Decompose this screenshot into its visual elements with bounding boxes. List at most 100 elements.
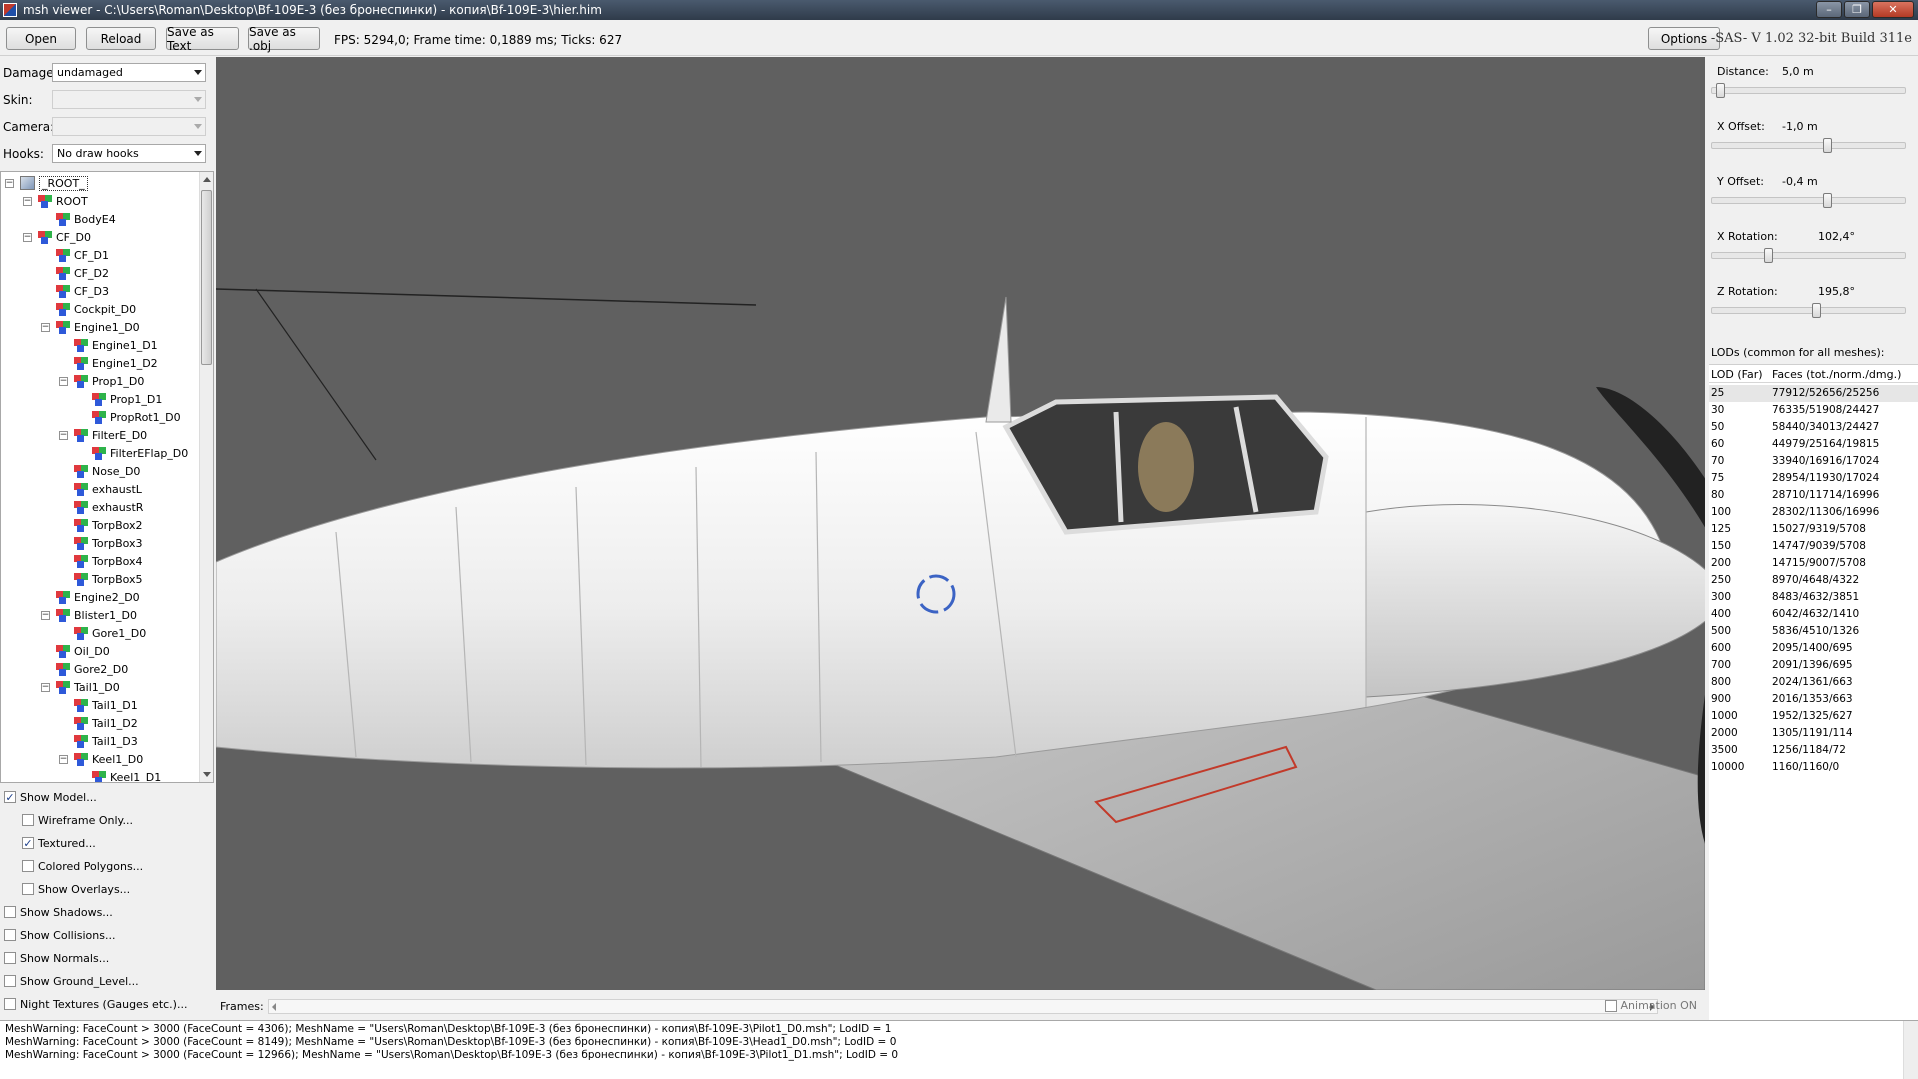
lod-row[interactable]: 3500 1256/1184/72 xyxy=(1709,742,1918,759)
tree-node[interactable]: CF_D1 xyxy=(41,246,109,264)
tree-node[interactable]: − Engine1_D0 xyxy=(41,318,140,336)
tree-node[interactable]: − Prop1_D0 xyxy=(59,372,144,390)
option-checkbox[interactable]: Show Ground_Level... xyxy=(4,972,139,990)
lod-row[interactable]: 2000 1305/1191/114 xyxy=(1709,725,1918,742)
tree-node[interactable]: BodyE4 xyxy=(41,210,116,228)
lod-row[interactable]: 50 58440/34013/24427 xyxy=(1709,419,1918,436)
lod-column-header[interactable]: LOD (Far) xyxy=(1711,368,1763,381)
collapse-icon[interactable]: − xyxy=(5,178,14,188)
distance-slider[interactable] xyxy=(1711,83,1906,98)
option-checkbox[interactable]: Show Shadows... xyxy=(4,903,113,921)
tree-node[interactable]: Oil_D0 xyxy=(41,642,110,660)
slider-handle[interactable] xyxy=(1812,303,1821,318)
lod-row[interactable]: 75 28954/11930/17024 xyxy=(1709,470,1918,487)
tree-node[interactable]: − Blister1_D0 xyxy=(41,606,137,624)
tree-node[interactable]: TorpBox5 xyxy=(59,570,143,588)
checkbox-icon[interactable] xyxy=(22,860,34,872)
option-checkbox[interactable]: Night Textures (Gauges etc.)... xyxy=(4,995,187,1013)
tree-node[interactable]: Engine2_D0 xyxy=(41,588,140,606)
checkbox-icon[interactable] xyxy=(22,814,34,826)
checkbox-icon[interactable] xyxy=(4,975,16,987)
slider-handle[interactable] xyxy=(1764,248,1773,263)
lod-row[interactable]: 250 8970/4648/4322 xyxy=(1709,572,1918,589)
lod-row[interactable]: 400 6042/4632/1410 xyxy=(1709,606,1918,623)
lod-row[interactable]: 100 28302/11306/16996 xyxy=(1709,504,1918,521)
damage-select[interactable]: undamaged xyxy=(52,63,206,82)
hooks-select[interactable]: No draw hooks xyxy=(52,144,206,163)
camera-select[interactable] xyxy=(52,117,206,136)
tree-node[interactable]: CF_D2 xyxy=(41,264,109,282)
lod-row[interactable]: 900 2016/1353/663 xyxy=(1709,691,1918,708)
lod-row[interactable]: 800 2024/1361/663 xyxy=(1709,674,1918,691)
checkbox-icon[interactable] xyxy=(22,883,34,895)
x-offset-slider[interactable] xyxy=(1711,138,1906,153)
scroll-left-icon[interactable] xyxy=(272,1003,276,1011)
tree-node[interactable]: Cockpit_D0 xyxy=(41,300,136,318)
option-checkbox[interactable]: Show Collisions... xyxy=(4,926,115,944)
tree-node[interactable]: CF_D3 xyxy=(41,282,109,300)
minimize-button[interactable]: – xyxy=(1816,1,1842,18)
collapse-icon[interactable]: − xyxy=(59,754,68,764)
option-checkbox[interactable]: ✓ Textured... xyxy=(22,834,96,852)
tree-node[interactable]: Gore1_D0 xyxy=(59,624,146,642)
checkbox-icon[interactable] xyxy=(4,929,16,941)
close-button[interactable]: ✕ xyxy=(1872,1,1914,18)
option-checkbox[interactable]: Show Normals... xyxy=(4,949,109,967)
reload-button[interactable]: Reload xyxy=(86,27,156,50)
option-checkbox[interactable]: Wireframe Only... xyxy=(22,811,133,829)
lod-row[interactable]: 600 2095/1400/695 xyxy=(1709,640,1918,657)
scroll-up-icon[interactable] xyxy=(203,177,211,182)
checkbox-icon[interactable] xyxy=(4,998,16,1010)
lod-row[interactable]: 25 77912/52656/25256 xyxy=(1709,385,1918,402)
option-checkbox[interactable]: Colored Polygons... xyxy=(22,857,143,875)
skin-select[interactable] xyxy=(52,90,206,109)
checkbox-icon[interactable]: ✓ xyxy=(4,791,16,804)
tree-node-root[interactable]: − _ROOT_ xyxy=(5,174,88,192)
open-button[interactable]: Open xyxy=(6,27,76,50)
options-button[interactable]: Options xyxy=(1648,27,1720,50)
faces-column-header[interactable]: Faces (tot./norm./dmg.) xyxy=(1772,368,1901,381)
log-scrollbar[interactable] xyxy=(1903,1021,1918,1079)
slider-handle[interactable] xyxy=(1823,138,1832,153)
scroll-down-icon[interactable] xyxy=(203,772,211,777)
tree-node[interactable]: Tail1_D3 xyxy=(59,732,138,750)
lod-row[interactable]: 700 2091/1396/695 xyxy=(1709,657,1918,674)
y-offset-slider[interactable] xyxy=(1711,193,1906,208)
save-as-obj-button[interactable]: Save as .obj xyxy=(248,25,320,53)
scroll-thumb[interactable] xyxy=(201,190,212,365)
collapse-icon[interactable]: − xyxy=(59,376,68,386)
tree-node[interactable]: Engine1_D1 xyxy=(59,336,158,354)
collapse-icon[interactable]: − xyxy=(41,682,50,692)
tree-node[interactable]: − Keel1_D0 xyxy=(59,750,143,768)
3d-viewport[interactable] xyxy=(216,57,1705,990)
tree-node[interactable]: Prop1_D1 xyxy=(77,390,162,408)
lod-row[interactable]: 1000 1952/1325/627 xyxy=(1709,708,1918,725)
tree-node[interactable]: Engine1_D2 xyxy=(59,354,158,372)
z-rotation-slider[interactable] xyxy=(1711,303,1906,318)
tree-node[interactable]: TorpBox3 xyxy=(59,534,143,552)
frames-slider[interactable] xyxy=(268,999,1658,1014)
collapse-icon[interactable]: − xyxy=(23,232,32,242)
maximize-button[interactable]: ❐ xyxy=(1844,1,1870,18)
tree-node[interactable]: Gore2_D0 xyxy=(41,660,128,678)
option-checkbox[interactable]: Show Overlays... xyxy=(22,880,130,898)
checkbox-icon[interactable] xyxy=(4,952,16,964)
tree-node[interactable]: − Tail1_D0 xyxy=(41,678,120,696)
lod-row[interactable]: 10000 1160/1160/0 xyxy=(1709,759,1918,776)
tree-scrollbar[interactable] xyxy=(199,172,213,782)
tree-node[interactable]: Tail1_D2 xyxy=(59,714,138,732)
tree-node[interactable]: Nose_D0 xyxy=(59,462,140,480)
tree-node[interactable]: − CF_D0 xyxy=(23,228,91,246)
animation-toggle[interactable]: Animation ON xyxy=(1604,999,1697,1012)
checkbox-icon[interactable]: ✓ xyxy=(22,837,34,850)
slider-handle[interactable] xyxy=(1716,83,1725,98)
collapse-icon[interactable]: − xyxy=(41,322,50,332)
lod-row[interactable]: 500 5836/4510/1326 xyxy=(1709,623,1918,640)
tree-node[interactable]: − ROOT xyxy=(23,192,88,210)
collapse-icon[interactable]: − xyxy=(41,610,50,620)
x-rotation-slider[interactable] xyxy=(1711,248,1906,263)
lod-row[interactable]: 70 33940/16916/17024 xyxy=(1709,453,1918,470)
lod-row[interactable]: 150 14747/9039/5708 xyxy=(1709,538,1918,555)
lod-row[interactable]: 30 76335/51908/24427 xyxy=(1709,402,1918,419)
animation-checkbox[interactable] xyxy=(1604,999,1617,1012)
